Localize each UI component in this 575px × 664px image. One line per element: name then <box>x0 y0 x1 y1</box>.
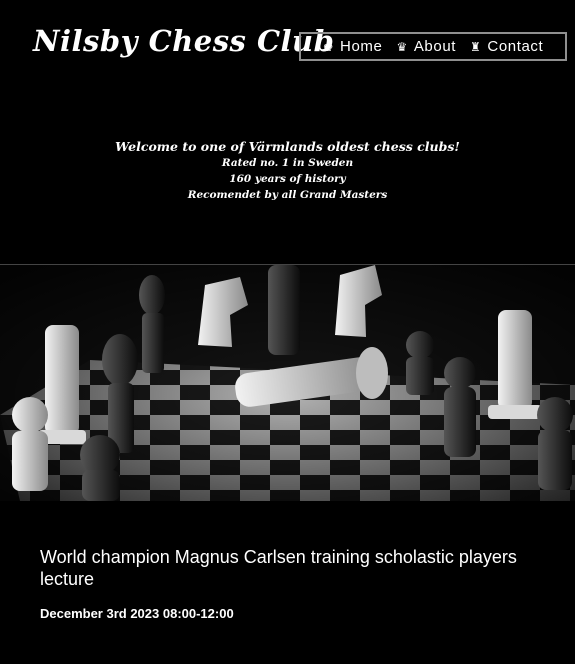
event-section: World champion Magnus Carlsen training s… <box>40 546 540 621</box>
chess-king-icon: ♚ <box>322 39 335 54</box>
chess-rook-icon: ♜ <box>470 39 482 54</box>
chess-queen-icon: ♛ <box>396 39 408 54</box>
nav-about-link[interactable]: ♛ About <box>396 38 456 55</box>
chessboard-photo <box>0 265 575 501</box>
welcome-headline: Welcome to one of Värmlands oldest chess… <box>115 139 460 154</box>
black-pawn-piece <box>406 331 434 395</box>
event-date: December 3rd 2023 08:00-12:00 <box>40 606 234 621</box>
site-logo[interactable]: Nilsby Chess Club <box>33 24 334 58</box>
welcome-line-rating: Rated no. 1 in Sweden <box>221 157 354 169</box>
black-bishop-back-piece <box>139 275 165 373</box>
black-pawn-front-piece <box>444 357 476 457</box>
white-pawn-left-piece <box>12 397 48 491</box>
black-pawn-bottom-piece <box>80 435 120 501</box>
main-nav: ♚ Home ♛ About ♜ Contact <box>299 32 567 61</box>
nav-contact-label: Contact <box>487 38 544 55</box>
nav-home-label: Home <box>340 38 383 55</box>
welcome-section: Welcome to one of Värmlands oldest chess… <box>0 138 575 203</box>
hero-chess-image <box>0 265 575 501</box>
nav-contact-link[interactable]: ♜ Contact <box>470 38 543 55</box>
white-rook-piece <box>38 325 86 444</box>
black-king-piece <box>268 265 300 355</box>
nav-about-label: About <box>413 38 457 55</box>
nav-home-link[interactable]: ♚ Home <box>323 38 383 55</box>
black-pawn-right-edge-piece <box>537 397 573 490</box>
site-header: Nilsby Chess Club ♚ Home ♛ About ♜ Conta… <box>0 0 575 90</box>
welcome-line-recommendation: Recomendet by all Grand Masters <box>187 189 388 201</box>
event-title: World champion Magnus Carlsen training s… <box>40 547 517 589</box>
welcome-line-history: 160 years of history <box>229 173 346 185</box>
